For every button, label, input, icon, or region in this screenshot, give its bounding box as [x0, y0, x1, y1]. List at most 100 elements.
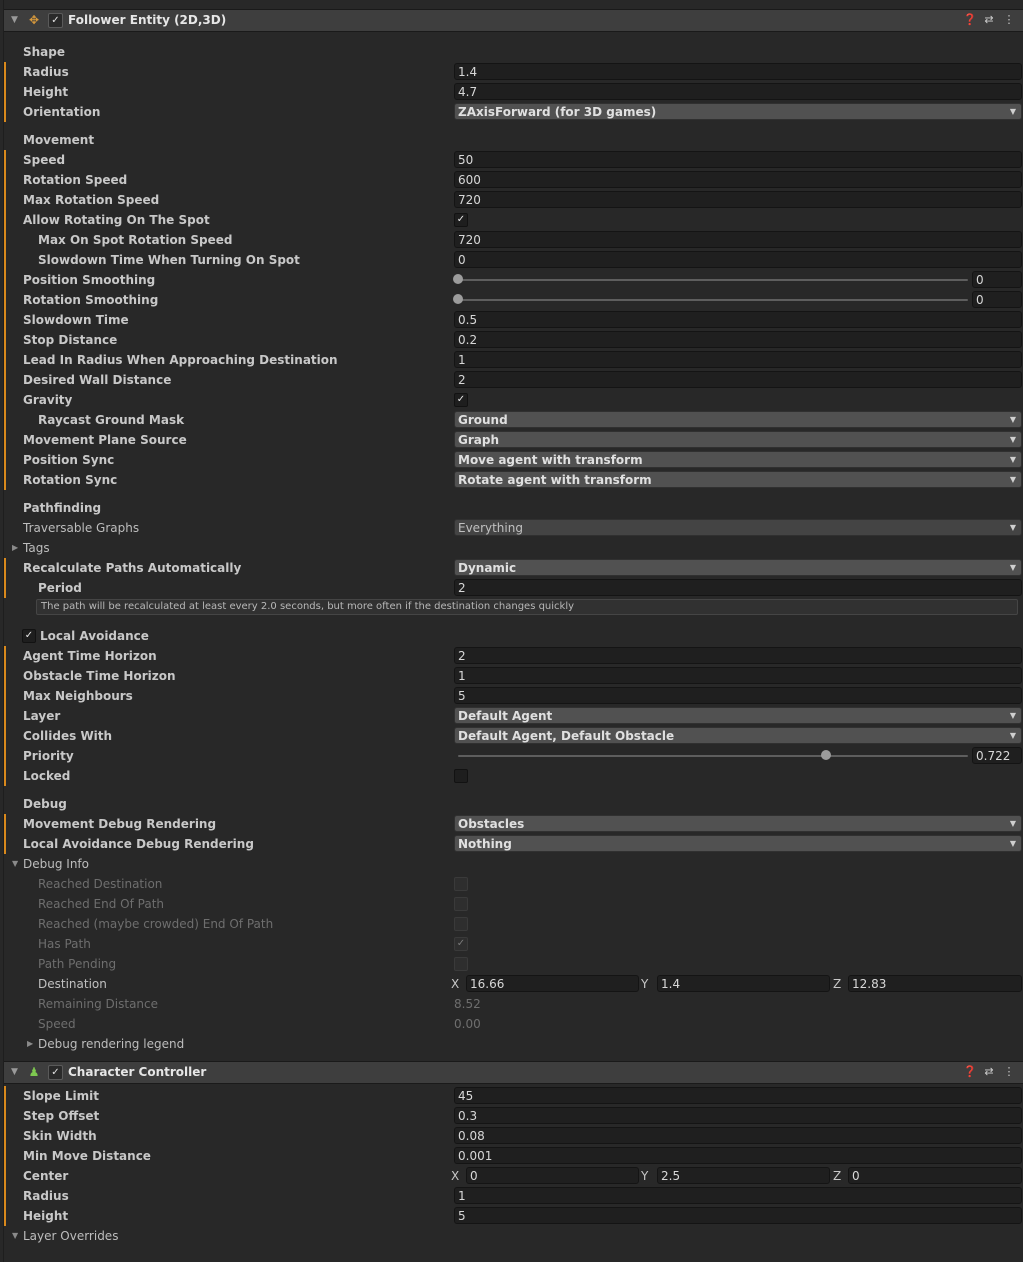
- dropdown-value: Dynamic: [458, 561, 517, 575]
- field-label: Reached (maybe crowded) End Of Path: [38, 917, 274, 931]
- position-smoothing-input[interactable]: 0: [972, 271, 1022, 288]
- follower-entity-header[interactable]: ▼ ✥ ✓ Follower Entity (2D,3D) ❓ ⇄ ⋮: [4, 9, 1023, 32]
- period-input[interactable]: 2: [454, 579, 1022, 596]
- orientation-dropdown[interactable]: ZAxisForward (for 3D games) ▼: [454, 103, 1022, 120]
- field-label: Rotation Speed: [23, 173, 128, 187]
- fold-right-icon[interactable]: ▶: [12, 543, 18, 552]
- field-label: Lead In Radius When Approaching Destinat…: [23, 353, 338, 367]
- slope-limit-input[interactable]: 45: [454, 1087, 1022, 1104]
- avoidance-debug-dropdown[interactable]: Nothing ▼: [454, 835, 1022, 852]
- help-icon[interactable]: ❓: [963, 1065, 977, 1078]
- traversable-graphs-dropdown[interactable]: Everything ▼: [454, 519, 1022, 536]
- field-label: Gravity: [23, 393, 73, 407]
- dropdown-value: ZAxisForward (for 3D games): [458, 105, 657, 119]
- fold-down-icon[interactable]: ▼: [12, 859, 18, 868]
- slider-thumb[interactable]: [821, 750, 832, 760]
- rotation-smoothing-input[interactable]: 0: [972, 291, 1022, 308]
- destination-x-input[interactable]: 16.66: [466, 975, 639, 992]
- agent-time-horizon-input[interactable]: 2: [454, 647, 1022, 664]
- allow-rotating-checkbox[interactable]: ✓: [454, 213, 468, 227]
- radius-input[interactable]: 1.4: [454, 63, 1022, 80]
- cc-radius-input[interactable]: 1: [454, 1187, 1022, 1204]
- character-controller-header[interactable]: ▼ ♟ ✓ Character Controller ❓ ⇄ ⋮: [4, 1061, 1023, 1084]
- min-move-input[interactable]: 0.001: [454, 1147, 1022, 1164]
- center-y-input[interactable]: 2.5: [657, 1167, 830, 1184]
- row-recalc: Recalculate Paths Automatically Dynamic ▼: [4, 558, 1023, 578]
- step-offset-input[interactable]: 0.3: [454, 1107, 1022, 1124]
- center-z-input[interactable]: 0: [848, 1167, 1022, 1184]
- field-label: Has Path: [38, 937, 91, 951]
- speed-input[interactable]: 50: [454, 151, 1022, 168]
- fold-down-icon[interactable]: ▼: [12, 1231, 18, 1240]
- character-controller-enabled-checkbox[interactable]: ✓: [48, 1065, 63, 1080]
- priority-input[interactable]: 0.722: [972, 747, 1022, 764]
- row-debug-legend[interactable]: ▶ Debug rendering legend: [4, 1034, 1023, 1054]
- gravity-checkbox[interactable]: ✓: [454, 393, 468, 407]
- field-label: Orientation: [23, 105, 101, 119]
- slowdown-time-input[interactable]: 0.5: [454, 311, 1022, 328]
- dropdown-arrow-icon: ▼: [1009, 819, 1016, 828]
- destination-z-input[interactable]: 12.83: [848, 975, 1022, 992]
- priority-slider[interactable]: [458, 755, 968, 757]
- obstacle-time-horizon-input[interactable]: 1: [454, 667, 1022, 684]
- kebab-menu-icon[interactable]: ⋮: [1003, 13, 1015, 26]
- follower-entity-enabled-checkbox[interactable]: ✓: [48, 13, 63, 28]
- rotation-smoothing-slider[interactable]: [458, 299, 968, 301]
- field-label: Locked: [23, 769, 71, 783]
- debug-legend-foldout[interactable]: Debug rendering legend: [38, 1037, 184, 1051]
- row-layer-overrides[interactable]: ▼ Layer Overrides: [4, 1226, 1023, 1246]
- collides-with-dropdown[interactable]: Default Agent, Default Obstacle ▼: [454, 727, 1022, 744]
- slider-thumb[interactable]: [453, 274, 463, 284]
- fold-right-icon[interactable]: ▶: [27, 1039, 33, 1048]
- override-marker: [4, 470, 6, 490]
- fold-down-icon[interactable]: ▼: [11, 15, 18, 25]
- field-label: Speed: [38, 1017, 76, 1031]
- dropdown-value: Move agent with transform: [458, 453, 643, 467]
- field-label: Desired Wall Distance: [23, 373, 172, 387]
- recalc-dropdown[interactable]: Dynamic ▼: [454, 559, 1022, 576]
- max-neighbours-input[interactable]: 5: [454, 687, 1022, 704]
- stop-distance-input[interactable]: 0.2: [454, 331, 1022, 348]
- position-sync-dropdown[interactable]: Move agent with transform ▼: [454, 451, 1022, 468]
- position-smoothing-slider[interactable]: [458, 279, 968, 281]
- slowdown-turning-input[interactable]: 0: [454, 251, 1022, 268]
- override-marker: [4, 210, 6, 230]
- row-rotation-sync: Rotation Sync Rotate agent with transfor…: [4, 470, 1023, 490]
- plane-source-dropdown[interactable]: Graph ▼: [454, 431, 1022, 448]
- cc-height-input[interactable]: 5: [454, 1207, 1022, 1224]
- center-x-input[interactable]: 0: [466, 1167, 639, 1184]
- rotation-speed-input[interactable]: 600: [454, 171, 1022, 188]
- override-marker: [4, 170, 6, 190]
- lead-in-input[interactable]: 1: [454, 351, 1022, 368]
- row-debug-info[interactable]: ▼ Debug Info: [4, 854, 1023, 874]
- help-icon[interactable]: ❓: [963, 13, 977, 26]
- height-input[interactable]: 4.7: [454, 83, 1022, 100]
- override-marker: [4, 250, 6, 270]
- field-label: Reached End Of Path: [38, 897, 165, 911]
- max-on-spot-input[interactable]: 720: [454, 231, 1022, 248]
- fold-down-icon[interactable]: ▼: [11, 1067, 18, 1077]
- local-avoidance-checkbox[interactable]: ✓: [22, 629, 36, 643]
- max-rotation-speed-input[interactable]: 720: [454, 191, 1022, 208]
- x-label: X: [451, 1169, 460, 1183]
- row-priority: Priority 0.722: [4, 746, 1023, 766]
- layer-overrides-foldout[interactable]: Layer Overrides: [23, 1229, 118, 1243]
- row-avoidance-debug: Local Avoidance Debug Rendering Nothing ▼: [4, 834, 1023, 854]
- debug-info-foldout[interactable]: Debug Info: [23, 857, 89, 871]
- preset-icon[interactable]: ⇄: [983, 13, 995, 26]
- z-label: Z: [833, 977, 842, 991]
- preset-icon[interactable]: ⇄: [983, 1065, 995, 1078]
- slider-thumb[interactable]: [453, 294, 463, 304]
- movement-debug-dropdown[interactable]: Obstacles ▼: [454, 815, 1022, 832]
- layer-dropdown[interactable]: Default Agent ▼: [454, 707, 1022, 724]
- kebab-menu-icon[interactable]: ⋮: [1003, 1065, 1015, 1078]
- locked-checkbox[interactable]: [454, 769, 468, 783]
- skin-width-input[interactable]: 0.08: [454, 1127, 1022, 1144]
- tags-foldout[interactable]: Tags: [23, 541, 50, 555]
- raycast-mask-dropdown[interactable]: Ground ▼: [454, 411, 1022, 428]
- wall-distance-input[interactable]: 2: [454, 371, 1022, 388]
- row-tags[interactable]: ▶ Tags: [4, 538, 1023, 558]
- rotation-sync-dropdown[interactable]: Rotate agent with transform ▼: [454, 471, 1022, 488]
- row-agent-time-horizon: Agent Time Horizon 2: [4, 646, 1023, 666]
- destination-y-input[interactable]: 1.4: [657, 975, 830, 992]
